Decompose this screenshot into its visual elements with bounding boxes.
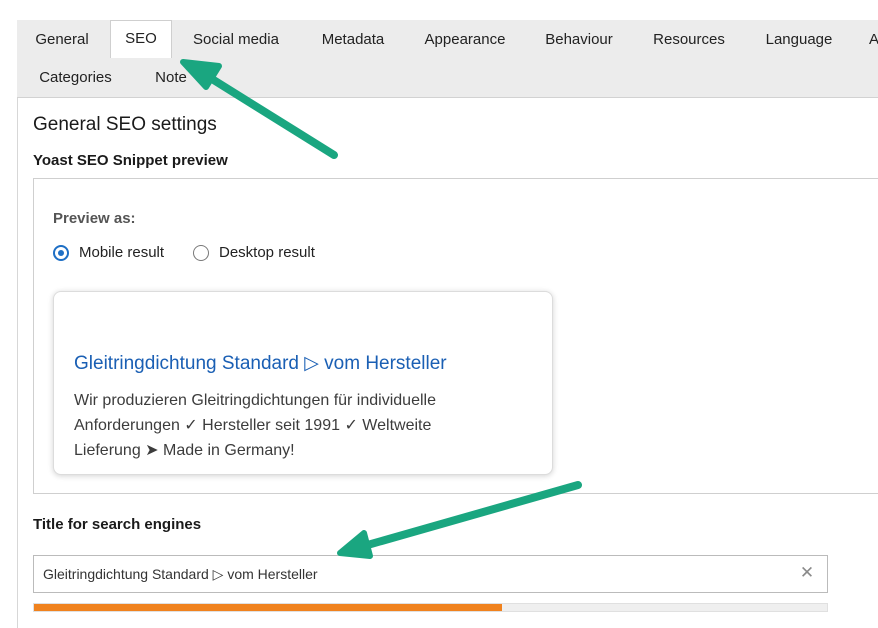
title-input[interactable] [33, 555, 828, 593]
title-field-label: Title for search engines [33, 516, 202, 533]
mobile-result-radio[interactable] [53, 245, 69, 261]
seo-settings-heading: General SEO settings [33, 114, 217, 135]
title-length-progress [33, 603, 828, 612]
tab-resources[interactable]: Resources [639, 22, 739, 58]
tab-metadata[interactable]: Metadata [305, 22, 401, 58]
mobile-result-label[interactable]: Mobile result [79, 244, 164, 261]
tab-appearance[interactable]: Appearance [411, 22, 519, 58]
tab-overflow[interactable]: A [859, 22, 878, 58]
mobile-snippet-card: Gleitringdichtung Standard ▷ vom Herstel… [53, 291, 553, 475]
snippet-title[interactable]: Gleitringdichtung Standard ▷ vom Herstel… [74, 352, 447, 375]
title-length-progress-fill [34, 604, 502, 611]
tab-general[interactable]: General [17, 22, 107, 58]
preview-as-label: Preview as: [53, 210, 136, 227]
tab-seo[interactable]: SEO [110, 20, 172, 58]
tab-behaviour[interactable]: Behaviour [529, 22, 629, 58]
tab-categories[interactable]: Categories [17, 60, 134, 96]
tab-bar: General SEO Social media Metadata Appear… [17, 20, 878, 98]
snippet-preview-heading: Yoast SEO Snippet preview [33, 152, 228, 169]
tab-notes[interactable]: Note [141, 60, 201, 96]
tab-social-media[interactable]: Social media [177, 22, 295, 58]
desktop-result-radio[interactable] [193, 245, 209, 261]
close-icon[interactable]: ✕ [798, 563, 816, 583]
tab-language[interactable]: Language [749, 22, 849, 58]
snippet-description: Wir produzieren Gleitringdichtungen für … [74, 392, 436, 459]
desktop-result-label[interactable]: Desktop result [219, 244, 315, 261]
